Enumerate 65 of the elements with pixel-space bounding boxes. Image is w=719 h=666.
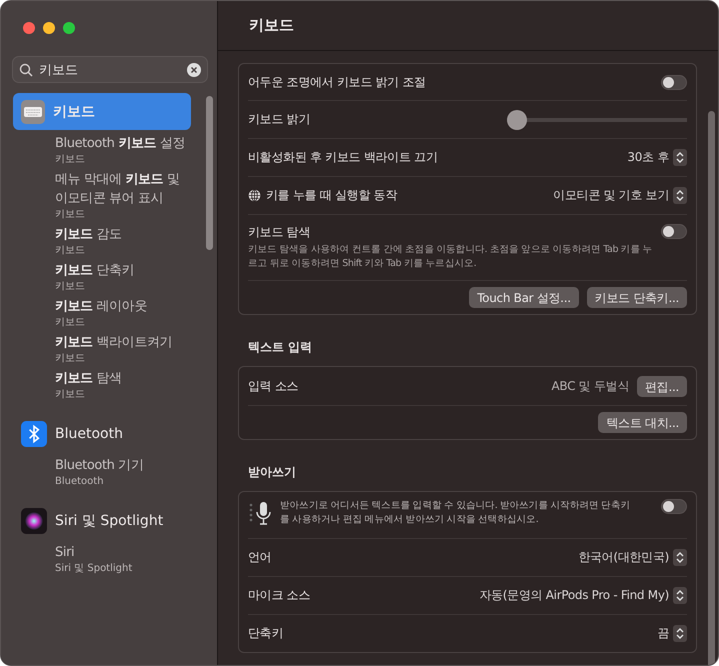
setting-label: 어두운 조명에서 키보드 밝기 조절 [248,74,426,90]
clear-icon[interactable] [187,62,201,76]
stepper-icon [673,625,687,642]
setting-label: 단축키 [248,625,284,642]
search-result[interactable]: Siri [55,543,191,562]
search-result[interactable]: 메뉴 막대에 키보드 및 이모티콘 뷰어 표시 [55,170,191,208]
search-field[interactable]: 키보드 [12,56,208,83]
siri-icon [21,508,47,534]
minimize-button[interactable] [43,22,55,34]
sidebar-item[interactable]: Bluetooth [13,415,191,452]
dictation-description: 받아쓰기로 어디서든 텍스트를 입력할 수 있습니다. 받아쓰기를 시작하려면 단축키를 사용하거나 편집 메뉴에서 받아쓰기 시작을 선택하십시오. [280,499,630,527]
result-category: 키보드 [55,208,86,221]
result-category: 키보드 [55,244,86,257]
setting-label: 입력 소스 [248,378,298,394]
stepper-icon [673,149,687,166]
search-result[interactable]: 키보드 감도 [55,225,191,244]
result-category: 키보드 [55,153,86,166]
setting-label: 비활성화된 후 키보드 백라이트 끄기 [248,149,438,166]
popup-menu[interactable]: 끔 [657,625,687,642]
setting-label: 마이크 소스 [248,587,310,604]
action-button[interactable]: 키보드 단축키... [586,287,687,308]
search-result[interactable]: Bluetooth 키보드 설정 [55,134,191,153]
result-category: Bluetooth [55,475,105,488]
setting-label: 키보드 밝기 [248,111,310,128]
setting-label: 키를 누를 때 실행할 동작 [266,187,398,204]
keyboard-icon [21,100,45,124]
search-result[interactable]: 키보드 단축키 [55,261,191,280]
stepper-icon [673,549,687,566]
section-heading: 받아쓰기 [248,464,297,481]
toggle-switch[interactable] [661,224,687,239]
stepper-icon [673,187,687,204]
stepper-icon [673,587,687,604]
result-category: 키보드 [55,388,86,401]
toggle-switch[interactable] [661,74,687,90]
window-title: 키보드 [249,16,294,35]
search-result[interactable]: 키보드 백라이트켜기 [55,333,191,352]
scrollbar[interactable] [708,111,715,665]
action-button[interactable]: Touch Bar 설정... [469,287,579,308]
search-input[interactable]: 키보드 [39,62,181,77]
setting-description: 키보드 탐색을 사용하여 컨트롤 간에 초점을 이동합니다. 초점을 앞으로 이동하려면 Tab 키를 누르고 뒤로 이동하려면 Shift 키와 Tab 키를 누르십시오. [248,243,653,271]
search-result[interactable]: 키보드 탐색 [55,369,191,388]
search-result[interactable]: 키보드 레이아웃 [55,297,191,316]
popup-menu[interactable]: 자동(문영의 AirPods Pro - Find My) [479,587,687,604]
slider-thumb[interactable] [507,110,527,130]
result-category: Siri 및 Spotlight [55,562,134,575]
toggle-switch[interactable] [661,499,687,514]
edit-button[interactable]: 편집... [637,376,687,396]
section-heading: 텍스트 입력 [248,339,314,356]
sidebar-item[interactable]: Siri 및 Spotlight [13,502,191,539]
setting-value: ABC 및 두벌식 [552,378,630,394]
popup-menu[interactable]: 30초 후 [627,149,687,166]
close-button[interactable] [23,22,35,34]
result-category: 키보드 [55,280,86,293]
zoom-button[interactable] [63,22,75,34]
search-icon [19,62,33,76]
action-button[interactable]: 텍스트 대치... [598,412,687,433]
result-category: 키보드 [55,352,86,365]
search-result[interactable]: Bluetooth 기기 [55,456,191,475]
result-category: 키보드 [55,316,86,329]
bluetooth-icon [21,420,47,446]
setting-label: 언어 [248,549,272,566]
popup-menu[interactable]: 이모티콘 및 기호 보기 [553,187,687,204]
setting-label: 키보드 탐색 [248,224,312,241]
scrollbar[interactable] [206,96,213,250]
popup-menu[interactable]: 한국어(대한민국) [578,549,687,566]
